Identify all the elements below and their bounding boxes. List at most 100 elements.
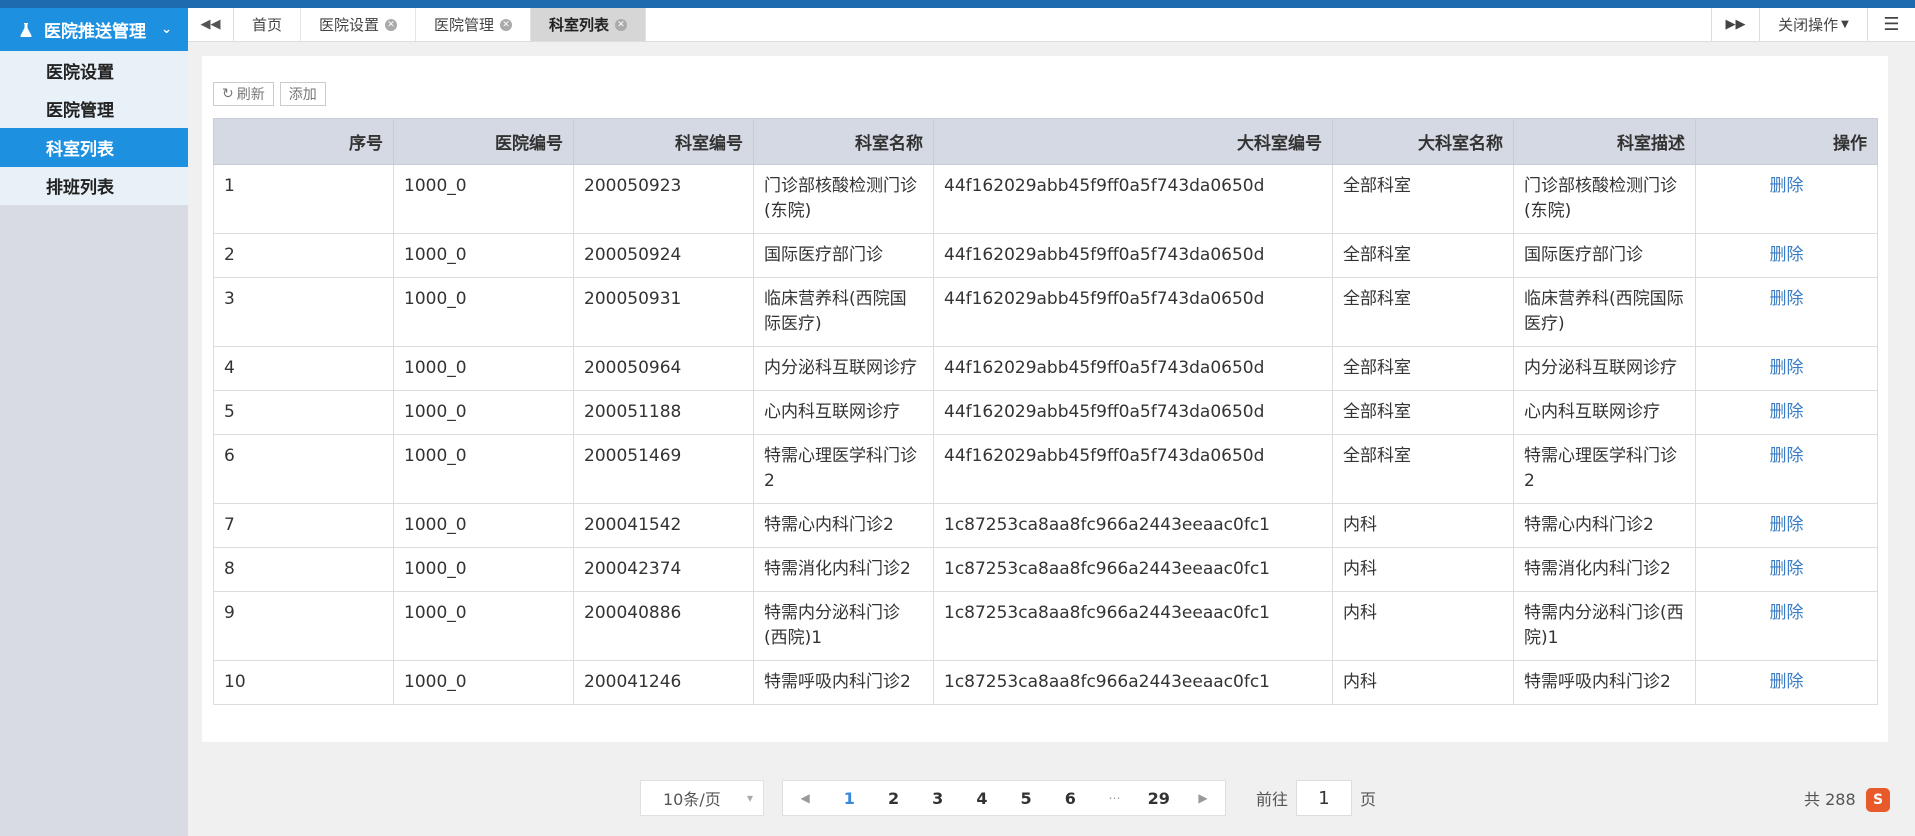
table-cell: 特需内分泌科门诊(西院)1 (1513, 591, 1696, 661)
more-pages-icon[interactable]: ⋯ (1092, 791, 1136, 805)
table-cell: 200050924 (573, 233, 754, 278)
page-button[interactable]: 29 (1137, 789, 1181, 808)
page-button[interactable]: 3 (916, 789, 960, 808)
page-button[interactable]: 1 (827, 789, 871, 808)
menu-button[interactable]: ☰ (1867, 8, 1915, 41)
double-left-icon: ◀◀ (200, 17, 221, 32)
column-header: 科室描述 (1513, 118, 1696, 165)
add-label: 添加 (288, 87, 317, 103)
tab-hospital-management[interactable]: 医院管理 ✕ (416, 8, 532, 41)
column-header: 科室编号 (573, 118, 754, 165)
delete-link[interactable]: 删除 (1770, 176, 1804, 196)
delete-link[interactable]: 删除 (1770, 559, 1804, 579)
tab-hospital-settings[interactable]: 医院设置 ✕ (301, 8, 417, 41)
tab-label: 医院管理 (434, 16, 495, 34)
table-cell: 1 (213, 164, 394, 234)
tab-label: 首页 (252, 16, 283, 34)
table-cell: 5 (213, 390, 394, 435)
close-icon[interactable]: ✕ (385, 18, 398, 31)
tab-scroll-left-button[interactable]: ◀◀ (188, 8, 234, 41)
table-cell-actions: 删除 (1695, 277, 1878, 347)
delete-link[interactable]: 删除 (1770, 289, 1804, 309)
goto-prefix: 前往 (1256, 790, 1289, 809)
table-cell-actions: 删除 (1695, 591, 1878, 661)
sidebar: 医院推送管理 ⌄ 医院设置 医院管理 科室列表 排班列表 (0, 8, 188, 836)
table-cell: 特需内分泌科门诊(西院)1 (753, 591, 934, 661)
next-page-button[interactable]: ▶ (1181, 791, 1225, 805)
pagination: 10条/页 ▾ ◀ 1 2 3 4 5 6 ⋯ 29 ▶ 前往 1 页 共 288 (0, 780, 1915, 816)
delete-link[interactable]: 删除 (1770, 446, 1804, 466)
prev-page-button[interactable]: ◀ (783, 791, 827, 805)
table-row: 9 1000_0 200040886 特需内分泌科门诊(西院)1 1c87253ca8a… (213, 591, 1878, 661)
delete-link[interactable]: 删除 (1770, 358, 1804, 378)
sidebar-item-schedule-list[interactable]: 排班列表 (0, 166, 188, 205)
table-cell: 200050931 (573, 277, 754, 347)
tab-spacer (646, 8, 1711, 41)
sidebar-header[interactable]: 医院推送管理 ⌄ (0, 8, 188, 51)
table-cell: 心内科互联网诊疗 (1513, 390, 1696, 435)
hamburger-icon: ☰ (1883, 14, 1900, 35)
page-button[interactable]: 2 (871, 789, 915, 808)
page-size-select[interactable]: 10条/页 ▾ (640, 780, 764, 816)
goto-page-input[interactable]: 1 (1296, 780, 1353, 816)
table-cell: 200051188 (573, 390, 754, 435)
table-cell-actions: 删除 (1695, 346, 1878, 391)
table-cell: 1000_0 (393, 660, 574, 705)
table-cell-actions: 删除 (1695, 390, 1878, 435)
table-cell: 特需心内科门诊2 (753, 503, 934, 548)
table-cell: 44f162029abb45f9ff0a5f743da0650d (933, 233, 1333, 278)
refresh-button[interactable]: ↻ 刷新 (213, 82, 274, 106)
close-icon[interactable]: ✕ (500, 18, 513, 31)
sidebar-item-department-list[interactable]: 科室列表 (0, 128, 188, 167)
tab-scroll-right-button[interactable]: ▶▶ (1711, 8, 1759, 41)
page-scrollbar[interactable] (1898, 56, 1915, 836)
chevron-down-icon: ⌄ (161, 22, 172, 37)
delete-link[interactable]: 删除 (1770, 672, 1804, 692)
double-right-icon: ▶▶ (1725, 17, 1746, 32)
table-cell: 1c87253ca8aa8fc966a2443eeaac0fc1 (933, 591, 1333, 661)
table-cell: 1000_0 (393, 547, 574, 592)
refresh-icon: ↻ (222, 86, 234, 102)
page-button[interactable]: 6 (1048, 789, 1092, 808)
delete-link[interactable]: 删除 (1770, 402, 1804, 422)
table-cell-actions: 删除 (1695, 164, 1878, 234)
close-operations-dropdown[interactable]: 关闭操作 ▼ (1759, 8, 1867, 41)
table-cell: 44f162029abb45f9ff0a5f743da0650d (933, 390, 1333, 435)
sidebar-item-label: 科室列表 (46, 139, 114, 160)
close-icon[interactable]: ✕ (615, 18, 628, 31)
table-cell: 44f162029abb45f9ff0a5f743da0650d (933, 277, 1333, 347)
table-cell: 国际医疗部门诊 (1513, 233, 1696, 278)
table-cell: 200041246 (573, 660, 754, 705)
table-cell: 全部科室 (1332, 164, 1514, 234)
table-cell: 心内科互联网诊疗 (753, 390, 934, 435)
page-button[interactable]: 4 (960, 789, 1004, 808)
top-accent-bar (0, 0, 1915, 8)
column-header: 大科室编号 (933, 118, 1333, 165)
column-header: 医院编号 (393, 118, 574, 165)
table-cell-actions: 删除 (1695, 660, 1878, 705)
tab-bar: ◀◀ 首页 医院设置 ✕ 医院管理 ✕ 科室列表 ✕ ▶▶ 关闭操作 ▼ ☰ (188, 8, 1915, 42)
sidebar-item-hospital-management[interactable]: 医院管理 (0, 89, 188, 128)
table-cell: 4 (213, 346, 394, 391)
sidebar-item-hospital-settings[interactable]: 医院设置 (0, 51, 188, 90)
table-row: 3 1000_0 200050931 临床营养科(西院国际医疗) 44f162029ab… (213, 277, 1878, 347)
department-table: 序号 医院编号 科室编号 科室名称 大科室编号 大科室名称 科室描述 操作 1 1000_0 20… (213, 118, 1878, 705)
sidebar-header-label: 医院推送管理 (44, 22, 146, 42)
table-cell: 200050964 (573, 346, 754, 391)
column-header: 科室名称 (753, 118, 934, 165)
delete-link[interactable]: 删除 (1770, 515, 1804, 535)
add-button[interactable]: 添加 (279, 82, 326, 106)
delete-link[interactable]: 删除 (1770, 245, 1804, 265)
table-cell: 44f162029abb45f9ff0a5f743da0650d (933, 164, 1333, 234)
delete-link[interactable]: 删除 (1770, 603, 1804, 623)
tab-department-list[interactable]: 科室列表 ✕ (531, 8, 647, 41)
table-cell: 1000_0 (393, 164, 574, 234)
chevron-down-icon: ▾ (746, 791, 753, 805)
input-method-icon[interactable]: S (1866, 788, 1890, 812)
table-cell: 门诊部核酸检测门诊(东院) (753, 164, 934, 234)
table-cell: 特需心理医学科门诊2 (753, 434, 934, 504)
tab-home[interactable]: 首页 (234, 8, 302, 41)
table-cell: 特需呼吸内科门诊2 (753, 660, 934, 705)
page-button[interactable]: 5 (1004, 789, 1048, 808)
column-header: 操作 (1695, 118, 1878, 165)
